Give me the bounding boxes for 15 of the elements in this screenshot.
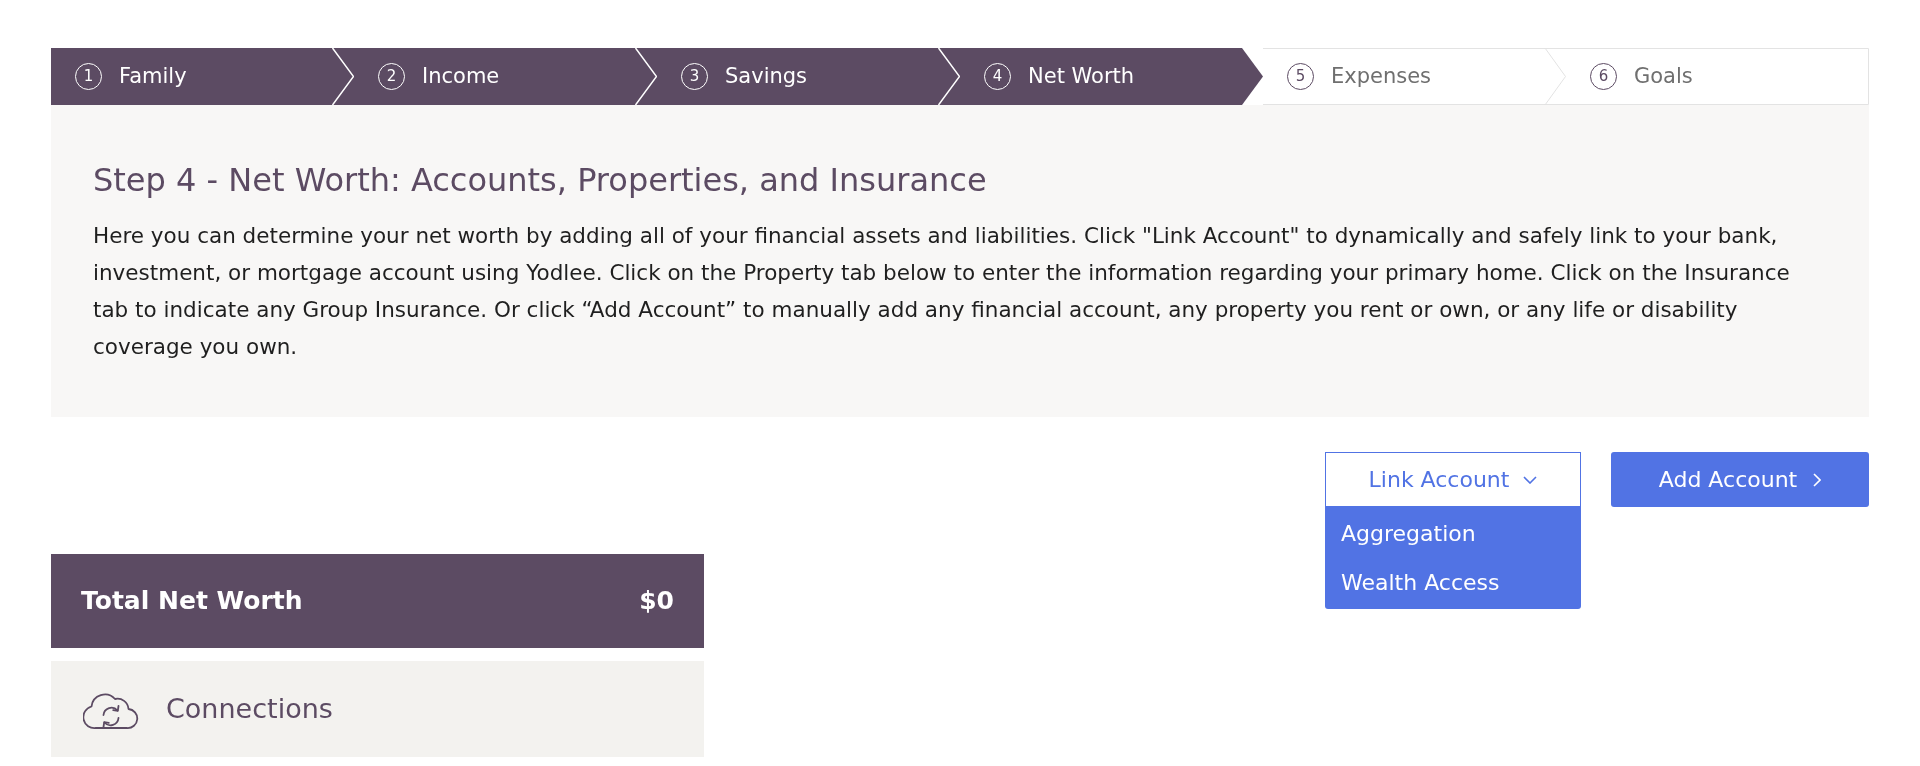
chevron-right-icon [1813, 472, 1822, 487]
chevron-down-icon [1523, 475, 1538, 484]
section-title: Connections [166, 691, 333, 726]
chevron-divider [1544, 48, 1566, 105]
menu-item[interactable]: Wealth Access [1325, 558, 1581, 607]
total-value: $0 [639, 585, 674, 618]
link-account-button[interactable]: Link Account [1325, 452, 1581, 507]
step-tab[interactable]: 6 Goals [1566, 48, 1869, 105]
add-account-button[interactable]: Add Account [1611, 452, 1869, 507]
step-tab[interactable]: 4 Net Worth [960, 48, 1263, 105]
step-tab[interactable]: 5 Expenses [1263, 48, 1566, 105]
total-label: Total Net Worth [81, 585, 303, 618]
page-heading: Step 4 - Net Worth: Accounts, Properties, and Insurance [93, 160, 988, 200]
intro-paragraph: Here you can determine your net worth by adding all of your financial assets and liabilities. Click "Link Account" to dynamically and safely link to your bank, investment, or mortgage account using Yodlee. Click on the Property tab below to enter the information regarding your primary home. Click on the Insurance tab to indicate any Group Insurance. Or click “Add Account” to manually add any financial account, any property you rent or own, or any life or disability coverage you own. [93, 222, 1791, 361]
menu-item[interactable]: Aggregation [1325, 509, 1581, 558]
